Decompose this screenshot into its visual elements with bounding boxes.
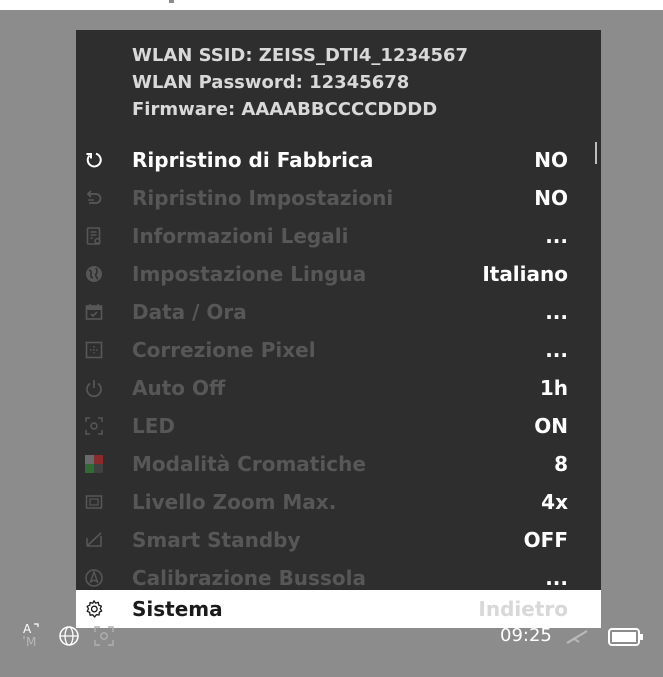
menu-item-label: Ripristino di Fabbrica: [132, 148, 374, 172]
menu-item-max-zoom[interactable]: Livello Zoom Max. 4x: [76, 483, 601, 521]
calendar-icon: [84, 302, 104, 322]
status-time: 09:25: [500, 625, 552, 646]
menu-item-value: 8: [554, 452, 568, 476]
menu-item-value: ...: [545, 300, 568, 324]
compass-icon: [84, 568, 104, 588]
compass-icon: [563, 626, 591, 648]
power-icon: [84, 378, 104, 398]
svg-text:M: M: [26, 635, 36, 648]
menu-item-value: 1h: [539, 376, 568, 400]
menu-item-factory-reset[interactable]: Ripristino di Fabbrica NO: [76, 141, 601, 179]
menu-item-value: ...: [545, 224, 568, 248]
settings-panel: WLAN SSID: ZEISS_DTI4_1234567 WLAN Passw…: [76, 30, 601, 628]
color-modes-icon: [84, 454, 104, 474]
device-info: WLAN SSID: ZEISS_DTI4_1234567 WLAN Passw…: [132, 42, 468, 123]
menu-item-value: NO: [534, 148, 568, 172]
undo-icon: [84, 188, 104, 208]
standby-icon: [84, 530, 104, 550]
menu-item-value: ON: [534, 414, 568, 438]
pixel-icon: [84, 340, 104, 360]
menu-item-label: Impostazione Lingua: [132, 262, 367, 286]
menu-item-value: Italiano: [482, 262, 568, 286]
wlan-password: WLAN Password: 12345678: [132, 72, 410, 93]
legal-document-icon: [84, 226, 104, 246]
menu-item-label: Modalità Cromatiche: [132, 452, 366, 476]
menu-item-color-modes[interactable]: Modalità Cromatiche 8: [76, 445, 601, 483]
menu-item-label: Data / Ora: [132, 300, 247, 324]
menu-item-value: 4x: [541, 490, 568, 514]
top-bar-mark: [169, 0, 174, 3]
menu-item-legal-info[interactable]: Informazioni Legali ...: [76, 217, 601, 255]
menu-item-label: LED: [132, 414, 176, 438]
menu-item-label: Correzione Pixel: [132, 338, 316, 362]
gear-icon: [84, 599, 104, 619]
reset-icon: [84, 150, 104, 170]
status-bar: A M 09:25: [0, 622, 663, 652]
zoom-icon: [84, 492, 104, 512]
menu-item-value: ...: [545, 338, 568, 362]
menu-item-value: NO: [534, 186, 568, 210]
menu-item-label: Smart Standby: [132, 528, 301, 552]
auto-mode-icon: A M: [22, 622, 46, 649]
menu-item-label: Livello Zoom Max.: [132, 490, 337, 514]
menu-item-label: Informazioni Legali: [132, 224, 349, 248]
menu-item-label: Ripristino Impostazioni: [132, 186, 394, 210]
globe-icon: [84, 264, 104, 284]
menu-item-settings-reset[interactable]: Ripristino Impostazioni NO: [76, 179, 601, 217]
menu-item-smart-standby[interactable]: Smart Standby OFF: [76, 521, 601, 559]
menu-item-pixel-correction[interactable]: Correzione Pixel ...: [76, 331, 601, 369]
firmware-version: Firmware: AAAABBCCCCDDDD: [132, 99, 438, 120]
led-icon: [84, 416, 104, 436]
led-icon: [93, 625, 115, 647]
battery-icon: [608, 627, 644, 647]
menu-item-value: OFF: [523, 528, 568, 552]
globe-icon: [58, 625, 80, 647]
menu-item-language[interactable]: Impostazione Lingua Italiano: [76, 255, 601, 293]
wlan-ssid: WLAN SSID: ZEISS_DTI4_1234567: [132, 45, 469, 66]
menu-item-label: Auto Off: [132, 376, 226, 400]
svg-text:A: A: [23, 622, 32, 636]
top-bar: [0, 0, 663, 10]
menu-item-led[interactable]: LED ON: [76, 407, 601, 445]
menu-item-date-time[interactable]: Data / Ora ...: [76, 293, 601, 331]
menu-item-auto-off[interactable]: Auto Off 1h: [76, 369, 601, 407]
